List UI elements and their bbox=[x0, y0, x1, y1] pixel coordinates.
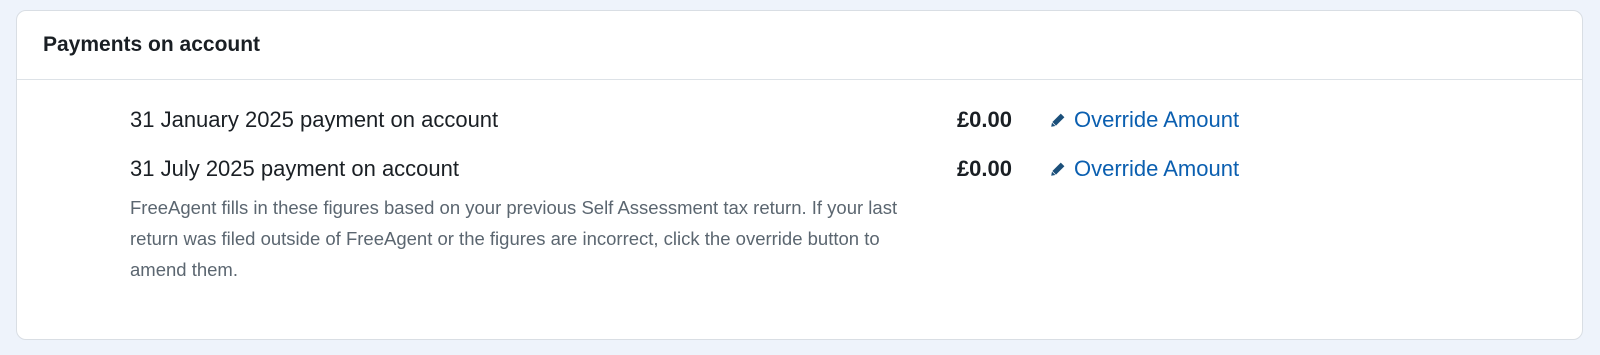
override-amount-link-july[interactable]: Override Amount bbox=[1049, 154, 1239, 184]
panel-header: Payments on account bbox=[17, 11, 1582, 80]
help-text: FreeAgent fills in these figures based o… bbox=[130, 197, 898, 280]
payments-on-account-panel: Payments on account 31 January 2025 paym… bbox=[16, 10, 1583, 340]
payment-label: 31 July 2025 payment on account bbox=[130, 156, 460, 181]
payment-row-january: 31 January 2025 payment on account £0.00… bbox=[17, 105, 1582, 135]
payment-amount: £0.00 bbox=[956, 156, 1012, 181]
payment-row-july: 31 July 2025 payment on account £0.00 Ov… bbox=[17, 154, 1582, 184]
pencil-icon bbox=[1049, 111, 1067, 129]
payment-amount: £0.00 bbox=[956, 107, 1012, 132]
override-amount-label: Override Amount bbox=[1074, 107, 1240, 132]
payment-label: 31 January 2025 payment on account bbox=[130, 107, 499, 132]
pencil-icon bbox=[1049, 160, 1067, 178]
override-amount-label: Override Amount bbox=[1074, 156, 1240, 181]
override-amount-link-january[interactable]: Override Amount bbox=[1049, 105, 1239, 135]
panel-title: Payments on account bbox=[43, 33, 261, 56]
